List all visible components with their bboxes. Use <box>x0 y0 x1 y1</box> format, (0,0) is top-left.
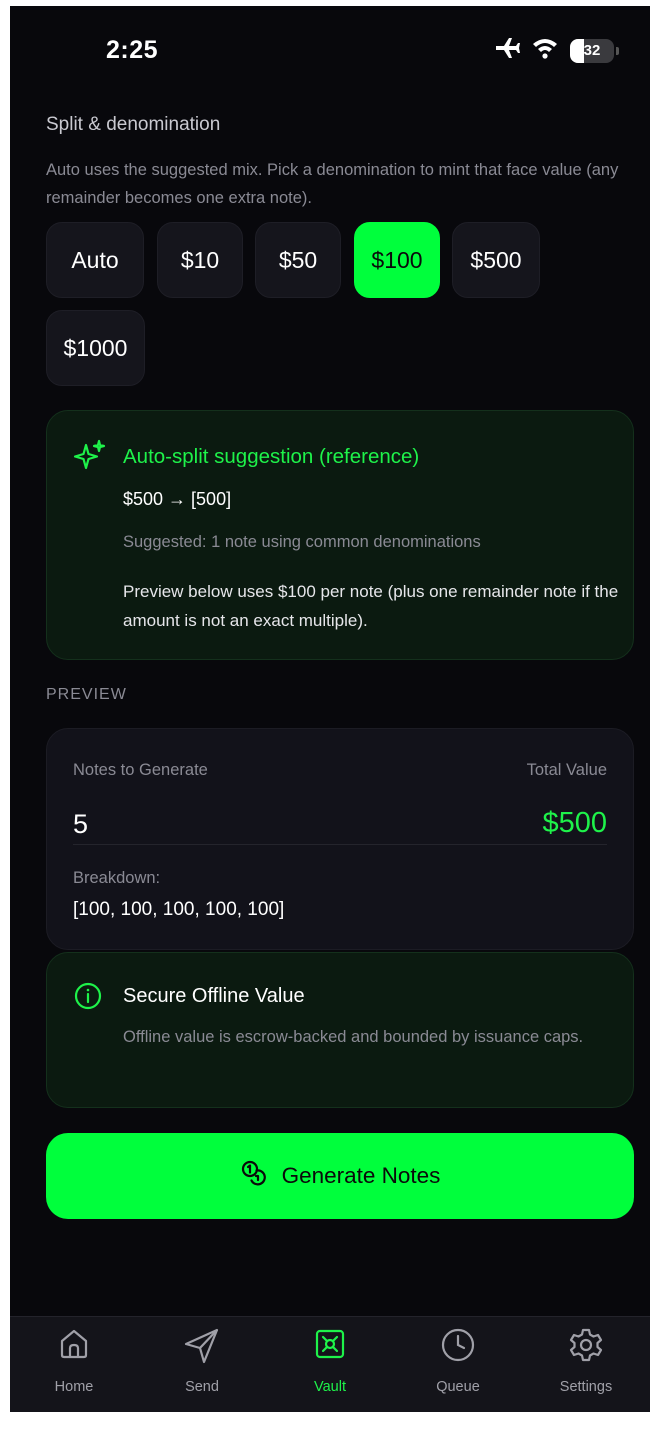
notes-to-generate-label: Notes to Generate <box>73 761 208 779</box>
tab-send-label: Send <box>185 1379 219 1395</box>
denomination-chip-50[interactable]: $50 <box>255 222 341 298</box>
status-bar: 2:25 32 <box>10 6 650 98</box>
gear-icon <box>568 1327 604 1368</box>
coins-icon <box>240 1159 268 1193</box>
auto-split-suggestion-card: Auto-split suggestion (reference) $500 →… <box>46 410 634 660</box>
preview-divider <box>73 844 607 845</box>
bottom-tab-bar: Home Send Vault Queue Settings <box>10 1316 650 1412</box>
suggestion-summary: Suggested: 1 note using common denominat… <box>123 533 481 551</box>
preview-card: Notes to Generate Total Value 5 $500 Bre… <box>46 728 634 950</box>
breakdown-value: [100, 100, 100, 100, 100] <box>73 899 285 920</box>
tab-vault[interactable]: Vault <box>266 1317 394 1412</box>
denomination-chip-500[interactable]: $500 <box>452 222 540 298</box>
tab-send[interactable]: Send <box>138 1317 266 1412</box>
denomination-chip-1000[interactable]: $1000 <box>46 310 145 386</box>
tab-vault-label: Vault <box>314 1379 346 1395</box>
clock-icon <box>440 1327 476 1368</box>
tab-home-label: Home <box>54 1379 94 1395</box>
split-section-title: Split & denomination <box>46 114 221 135</box>
denomination-chip-10[interactable]: $10 <box>157 222 243 298</box>
preview-section-label: PREVIEW <box>46 686 127 703</box>
denomination-chip-auto[interactable]: Auto <box>46 222 144 298</box>
tab-settings-label: Settings <box>559 1379 613 1395</box>
tab-home[interactable]: Home <box>10 1317 138 1412</box>
info-icon <box>73 981 103 1016</box>
airplane-icon <box>494 36 520 65</box>
suggestion-mapping: $500 → [500] <box>123 489 232 509</box>
tab-settings[interactable]: Settings <box>522 1317 650 1412</box>
secure-offline-title: Secure Offline Value <box>123 985 305 1007</box>
denomination-chip-100[interactable]: $100 <box>354 222 440 298</box>
split-section-description: Auto uses the suggested mix. Pick a deno… <box>46 161 619 207</box>
secure-offline-card: Secure Offline Value Offline value is es… <box>46 952 634 1108</box>
home-icon <box>57 1327 91 1366</box>
sparkle-icon <box>73 439 107 478</box>
suggestion-title: Auto-split suggestion (reference) <box>123 445 420 468</box>
notes-to-generate-value: 5 <box>73 809 89 839</box>
breakdown-label: Breakdown: <box>73 869 161 887</box>
total-value-label: Total Value <box>526 761 607 779</box>
tab-queue[interactable]: Queue <box>394 1317 522 1412</box>
status-time: 2:25 <box>106 36 159 64</box>
battery-indicator: 32 <box>570 38 619 63</box>
secure-offline-description: Offline value is escrow-backed and bound… <box>123 1028 584 1046</box>
total-value-amount: $500 <box>542 807 607 839</box>
status-icons: 32 <box>494 36 619 65</box>
tab-queue-label: Queue <box>436 1379 480 1395</box>
send-icon <box>183 1327 221 1370</box>
generate-notes-label: Generate Notes <box>281 1163 441 1188</box>
battery-level: 32 <box>583 42 601 59</box>
suggestion-preview-note: Preview below uses $100 per note (plus o… <box>123 582 619 630</box>
generate-notes-button[interactable]: Generate Notes <box>46 1133 634 1219</box>
phone-screen: 2:25 32 Split & denomination Auto uses t… <box>10 6 650 1412</box>
wifi-icon <box>532 37 558 64</box>
vault-icon <box>313 1327 347 1366</box>
